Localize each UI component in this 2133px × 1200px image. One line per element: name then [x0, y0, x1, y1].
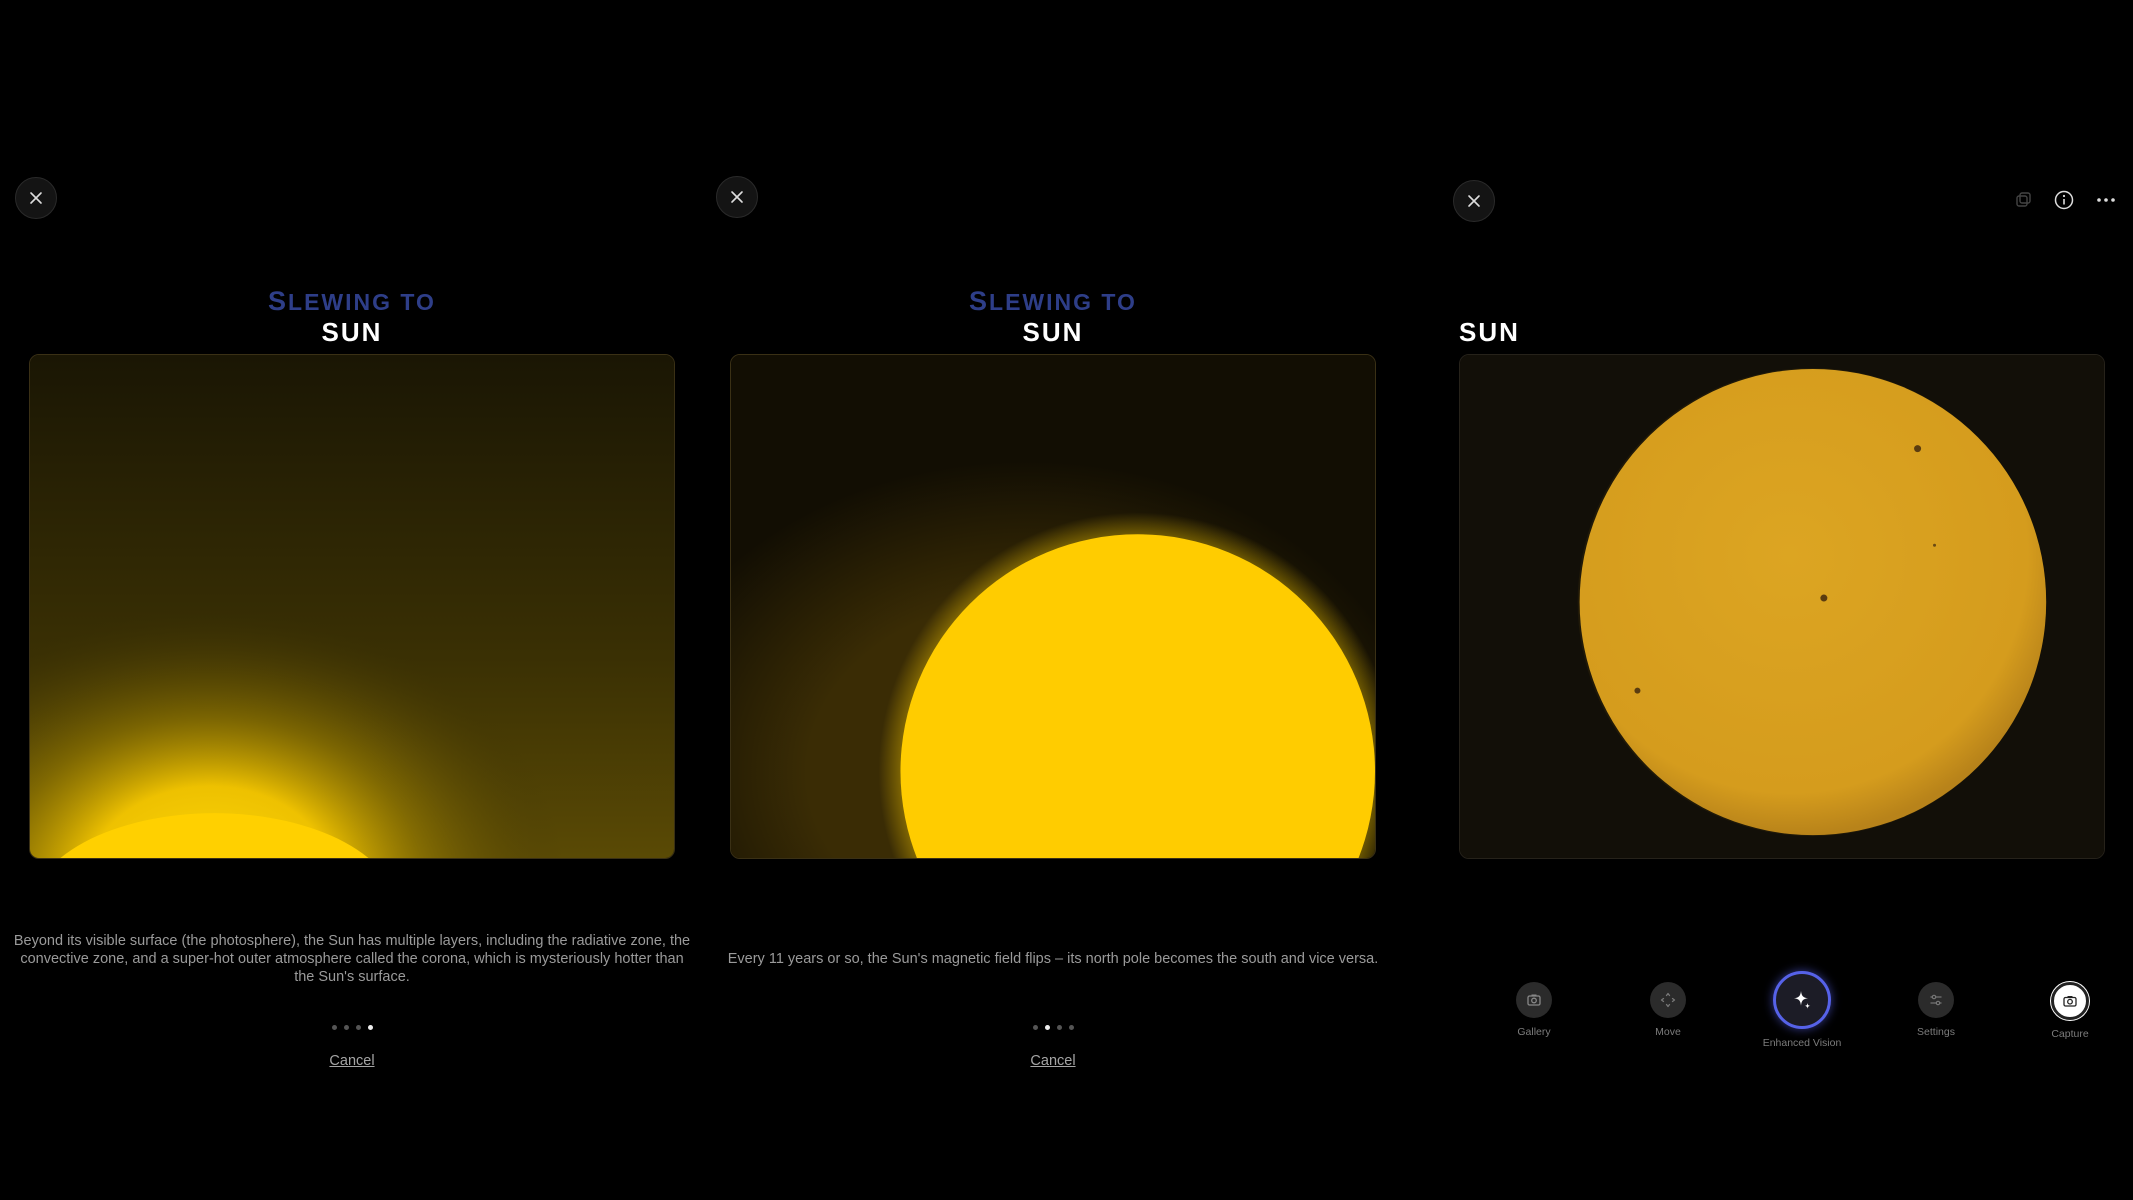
sun-disc [1579, 368, 2047, 836]
sun-full-image [1460, 355, 2104, 858]
observation-panel: SUN Gallery Move Enhanced Vision Setting… [1430, 0, 2133, 1200]
target-name: SUN [1022, 317, 1084, 347]
toolbar-capture: Capture [2010, 982, 2130, 1040]
page-dot-active [1044, 1025, 1050, 1030]
page-indicator [730, 1025, 1376, 1030]
sunspot [1914, 445, 1922, 453]
toolbar-gallery: Gallery [1474, 982, 1594, 1038]
toolbar-label: Gallery [1517, 1026, 1551, 1038]
toolbar-label: Move [1655, 1026, 1681, 1038]
cancel-link[interactable]: Cancel [329, 1053, 374, 1069]
slewing-panel-1: SLEWING TO SUN Beyond its visible surfac… [0, 0, 700, 1200]
settings-icon [1930, 994, 1942, 1006]
sun-partial-image [731, 355, 1375, 858]
page-dot [355, 1025, 361, 1030]
page-dot [1032, 1025, 1038, 1030]
move-button[interactable] [1650, 982, 1686, 1018]
toolbar-label: Settings [1917, 1026, 1955, 1038]
slewing-label: SLEWING TO [29, 286, 675, 317]
telescope-view [1459, 354, 2105, 859]
toolbar-label: Enhanced Vision [1762, 1037, 1842, 1049]
page-dot [1068, 1025, 1074, 1030]
sparkle-icon [1794, 991, 1811, 1009]
gallery-button[interactable] [1516, 982, 1552, 1018]
gallery-icon [1527, 994, 1541, 1006]
move-icon [1660, 992, 1676, 1008]
settings-button[interactable] [1918, 982, 1954, 1018]
more-icon [2097, 198, 2115, 202]
slewing-panel-2: SLEWING TO SUN Every 11 years or so, the… [700, 0, 1400, 1200]
slewing-label-initial: S [969, 286, 990, 316]
page-dot [331, 1025, 337, 1030]
slewing-label-text: LEWING TO [288, 289, 436, 315]
telescope-view [730, 354, 1376, 859]
sun-fact-text: Every 11 years or so, the Sun's magnetic… [727, 951, 1379, 967]
close-button[interactable] [716, 176, 758, 218]
close-icon [731, 191, 743, 203]
toolbar-settings: Settings [1876, 982, 1996, 1038]
page-dot-active [367, 1025, 373, 1030]
camera-icon [2063, 996, 2077, 1007]
slewing-label-text: LEWING TO [989, 289, 1137, 315]
layers-icon [2016, 192, 2031, 207]
capture-button[interactable] [2051, 982, 2089, 1020]
toolbar-move: Move [1608, 982, 1728, 1038]
close-button[interactable] [1453, 180, 1495, 222]
info-button[interactable] [2049, 185, 2079, 215]
toolbar-enhanced-vision: Enhanced Vision [1742, 971, 1862, 1049]
slewing-label-initial: S [268, 286, 289, 316]
target-name: SUN [1459, 317, 1520, 347]
sun-fact-text: Beyond its visible surface (the photosph… [13, 933, 691, 985]
telescope-view [29, 354, 675, 859]
enhanced-vision-button[interactable] [1773, 971, 1831, 1029]
more-button[interactable] [2091, 185, 2121, 215]
cancel-link[interactable]: Cancel [1030, 1053, 1075, 1069]
page-indicator [29, 1025, 675, 1030]
layers-button[interactable] [2008, 185, 2038, 215]
sunspot [1933, 543, 1937, 547]
page-dot [343, 1025, 349, 1030]
toolbar-label: Capture [2051, 1028, 2089, 1040]
close-button[interactable] [15, 177, 57, 219]
cancel-link-wrap: Cancel [730, 1053, 1376, 1069]
close-icon [30, 192, 42, 204]
sunspot [1634, 687, 1641, 694]
target-name: SUN [321, 317, 383, 347]
info-icon [2054, 190, 2074, 210]
page-dot [1056, 1025, 1062, 1030]
sun-edge-image [30, 355, 674, 858]
close-icon [1468, 195, 1480, 207]
cancel-link-wrap: Cancel [29, 1053, 675, 1069]
sunspot [1820, 594, 1828, 602]
slewing-label: SLEWING TO [730, 286, 1376, 317]
